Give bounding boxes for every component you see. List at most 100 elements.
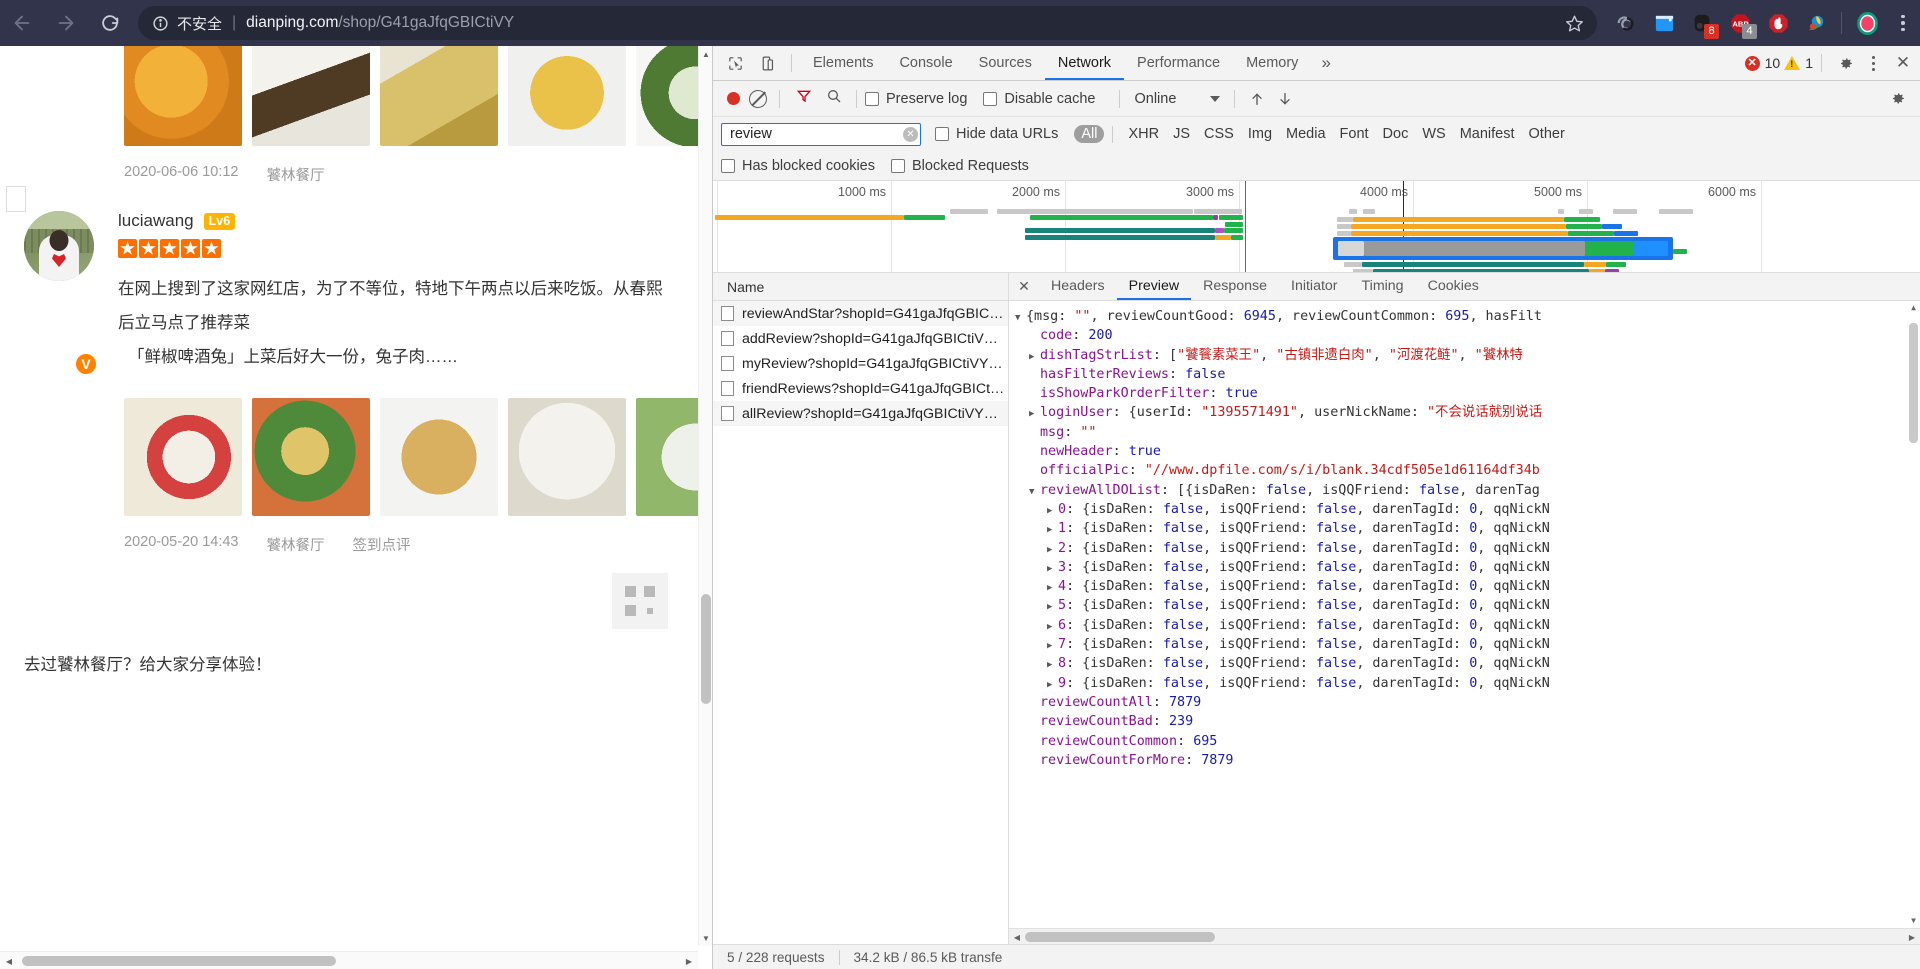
address-bar[interactable]: 不安全 | dianping.com/shop/G41gaJfqGBICtiVY (138, 6, 1597, 40)
preserve-log-checkbox[interactable]: Preserve log (865, 91, 967, 107)
type-filter-manifest[interactable]: Manifest (1453, 125, 1522, 143)
page-vertical-scrollbar[interactable]: ▲ ▼ (698, 46, 712, 946)
collapsed-triangle-icon[interactable]: ▶ (1047, 656, 1058, 675)
scrollbar-thumb[interactable] (22, 956, 336, 966)
json-row[interactable]: reviewCountAll: 7879 (1009, 693, 1920, 712)
share-experience-cta[interactable]: 去过饕林餐厅？给大家分享体验！ (0, 629, 698, 675)
type-filter-css[interactable]: CSS (1197, 125, 1241, 143)
json-row[interactable]: ▶ 7: {isDaRen: false, isQQFriend: false, … (1009, 635, 1920, 654)
watermelon-avatar-icon[interactable] (1848, 1, 1886, 45)
collapsed-triangle-icon[interactable]: ▶ (1029, 348, 1040, 367)
json-row[interactable]: ▶ 1: {isDaRen: false, isQQFriend: false, … (1009, 519, 1920, 538)
type-filter-xhr[interactable]: XHR (1121, 125, 1166, 143)
json-row[interactable]: isShowParkOrderFilter: true (1009, 384, 1920, 403)
tab-console[interactable]: Console (886, 46, 965, 80)
json-preview-tree[interactable]: ▼ {msg: "", reviewCountGood: 6945, review… (1009, 301, 1920, 928)
close-detail-icon[interactable]: ✕ (1009, 273, 1039, 301)
scrollbar-thumb[interactable] (1025, 932, 1215, 942)
record-button[interactable] (727, 92, 740, 105)
device-toolbar-icon[interactable] (751, 49, 783, 77)
tab-elements[interactable]: Elements (800, 46, 886, 80)
clear-input-icon[interactable]: ✕ (903, 126, 918, 142)
inspect-element-icon[interactable] (719, 49, 751, 77)
tab-network[interactable]: Network (1045, 46, 1124, 80)
scrollbar-thumb[interactable] (1909, 323, 1918, 443)
scrollbar-thumb[interactable] (701, 594, 711, 704)
json-row[interactable]: ▶ dishTagStrList: ["饕餮素菜王", "古镇非遗白肉", "河渡… (1009, 346, 1920, 365)
scroll-left-icon[interactable]: ◀ (1009, 929, 1025, 945)
scroll-up-icon[interactable]: ▲ (1907, 301, 1920, 315)
request-checkbox[interactable] (721, 406, 734, 421)
filter-funnel-icon[interactable] (796, 88, 812, 109)
scroll-down-icon[interactable]: ▼ (1907, 914, 1920, 928)
dish-photo[interactable] (508, 398, 626, 516)
clear-network-log-icon[interactable] (749, 89, 767, 108)
table-row[interactable]: reviewAndStar?shopId=G41gaJfqGBIC… (713, 301, 1008, 326)
expanded-triangle-icon[interactable]: ▼ (1029, 483, 1040, 502)
network-settings-gear-icon[interactable] (1882, 85, 1912, 113)
close-devtools-icon[interactable]: ✕ (1886, 49, 1920, 77)
import-har-icon[interactable] (1243, 86, 1271, 112)
filter-input[interactable] (728, 125, 903, 143)
json-row[interactable]: ▶ 4: {isDaRen: false, isQQFriend: false, … (1009, 577, 1920, 596)
tab-initiator[interactable]: Initiator (1279, 273, 1350, 300)
dish-photo[interactable] (636, 398, 698, 516)
review-shop-name[interactable]: 饕林餐厅 (267, 164, 325, 185)
ublock-origin-extension-icon[interactable] (1759, 1, 1797, 45)
scroll-right-icon[interactable]: ▶ (680, 952, 698, 969)
hide-data-urls-checkbox[interactable]: Hide data URLs (935, 126, 1058, 142)
adblock-plus-extension-icon[interactable]: ABP 4 (1721, 1, 1759, 45)
json-row[interactable]: ▶ 6: {isDaRen: false, isQQFriend: false, … (1009, 616, 1920, 635)
tab-sources[interactable]: Sources (966, 46, 1045, 80)
tab-cookies[interactable]: Cookies (1416, 273, 1491, 300)
dish-photo[interactable] (380, 398, 498, 516)
has-blocked-cookies-checkbox[interactable]: Has blocked cookies (721, 158, 875, 174)
column-header-name[interactable]: Name (713, 273, 1008, 301)
reload-button[interactable] (88, 1, 132, 45)
json-row[interactable]: ▶ 3: {isDaRen: false, isQQFriend: false, … (1009, 558, 1920, 577)
devtools-menu-icon[interactable] (1860, 49, 1886, 77)
dish-photo[interactable] (124, 398, 242, 516)
scroll-left-icon[interactable]: ◀ (0, 952, 18, 969)
collapsed-triangle-icon[interactable]: ▶ (1029, 405, 1040, 424)
blue-note-extension-icon[interactable] (1645, 1, 1683, 45)
tab-response[interactable]: Response (1191, 273, 1279, 300)
type-filter-js[interactable]: JS (1166, 125, 1197, 143)
tab-headers[interactable]: Headers (1039, 273, 1117, 300)
type-filter-doc[interactable]: Doc (1376, 125, 1416, 143)
star-icon[interactable] (1559, 8, 1589, 38)
review-author-name[interactable]: luciawang (118, 211, 194, 231)
type-filter-ws[interactable]: WS (1415, 125, 1452, 143)
table-row[interactable]: addReview?shopId=G41gaJfqGBICtiV… (713, 326, 1008, 351)
dish-photo[interactable] (380, 46, 498, 146)
table-row[interactable]: allReview?shopId=G41gaJfqGBICtiVY… (713, 401, 1008, 426)
back-button[interactable] (0, 1, 44, 45)
dish-photo[interactable] (252, 398, 370, 516)
table-row[interactable]: myReview?shopId=G41gaJfqGBICtiVY… (713, 351, 1008, 376)
json-row[interactable]: reviewCountForMore: 7879 (1009, 751, 1920, 770)
request-checkbox[interactable] (721, 356, 734, 371)
filter-input-wrapper[interactable]: ✕ (721, 122, 921, 146)
json-row[interactable]: newHeader: true (1009, 442, 1920, 461)
disable-cache-checkbox[interactable]: Disable cache (983, 91, 1095, 107)
json-row[interactable]: code: 200 (1009, 326, 1920, 345)
table-row[interactable]: friendReviews?shopId=G41gaJfqGBICt… (713, 376, 1008, 401)
dish-photo[interactable] (508, 46, 626, 146)
review-shop-name[interactable]: 饕林餐厅 (267, 534, 325, 555)
request-checkbox[interactable] (721, 381, 734, 396)
edge-sync-extension-icon[interactable] (1607, 1, 1645, 45)
error-count-indicator[interactable]: ✕ 10 (1744, 55, 1780, 71)
avatar[interactable] (24, 211, 94, 281)
tab-preview[interactable]: Preview (1117, 273, 1191, 300)
json-row[interactable]: ▶ loginUser: {userId: "1395571491", userN… (1009, 403, 1920, 422)
request-checkbox[interactable] (721, 306, 734, 321)
tab-memory[interactable]: Memory (1233, 46, 1311, 80)
json-horizontal-scrollbar[interactable]: ◀ ▶ (1009, 928, 1920, 944)
json-row[interactable]: ▶ 9: {isDaRen: false, isQQFriend: false, … (1009, 674, 1920, 693)
json-row[interactable]: ▼ reviewAllDOList: [{isDaRen: false, isQQ… (1009, 481, 1920, 500)
warning-count-indicator[interactable]: 1 (1784, 55, 1813, 71)
page-horizontal-scrollbar[interactable]: ◀ ▶ (0, 951, 698, 969)
network-overview-timeline[interactable]: 1000 ms 2000 ms 3000 ms 4000 ms 5000 ms … (713, 181, 1920, 273)
json-row[interactable]: ▶ 8: {isDaRen: false, isQQFriend: false, … (1009, 654, 1920, 673)
scroll-down-icon[interactable]: ▼ (699, 930, 712, 946)
